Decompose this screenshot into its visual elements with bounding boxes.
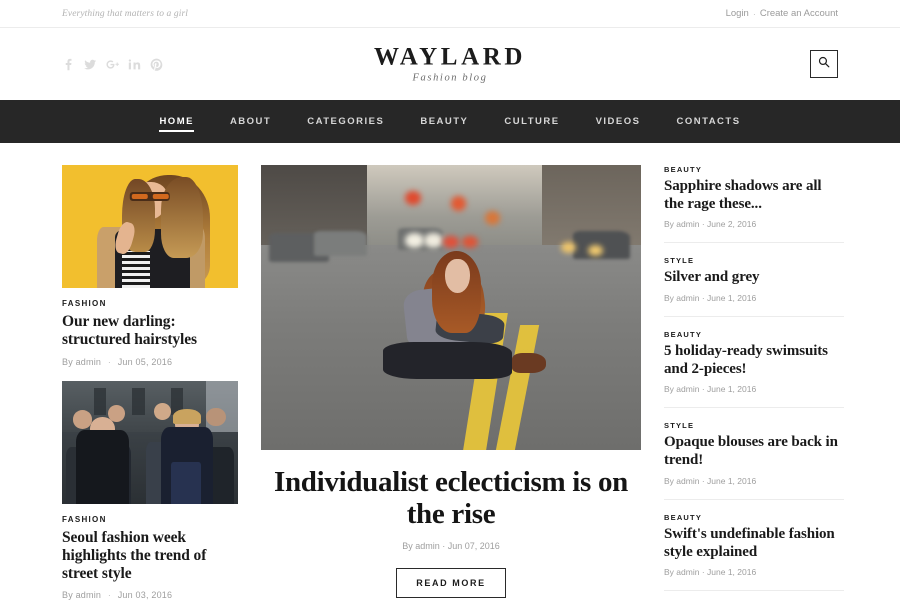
featured-title[interactable]: Individualist eclecticism is on the rise — [261, 466, 641, 531]
sidebar-article-meta: By admin · June 1, 2016 — [664, 476, 844, 486]
sidebar-article[interactable]: STYLE Opaque blouses are back in trend! … — [664, 421, 844, 500]
nav-item-about[interactable]: ABOUT — [212, 100, 289, 143]
nav-item-contacts[interactable]: CONTACTS — [658, 100, 758, 143]
sidebar-article-meta: By admin · June 1, 2016 — [664, 293, 844, 303]
brand-subtitle: Fashion blog — [412, 72, 488, 84]
read-more-button[interactable]: READ MORE — [396, 567, 506, 598]
main-navigation: HOME ABOUT CATEGORIES BEAUTY CULTURE VID… — [0, 100, 900, 143]
meta-separator: · — [107, 590, 112, 600]
sidebar-article-author: By admin — [664, 384, 700, 395]
article-thumbnail-street-style[interactable] — [62, 380, 238, 504]
article-meta: By admin · Jun 03, 2016 — [62, 590, 238, 600]
featured-meta: By admin · Jun 07, 2016 — [261, 541, 641, 551]
sidebar-article-title[interactable]: Opaque blouses are back in trend! — [664, 434, 844, 469]
article-thumbnail-hairstyles[interactable] — [62, 165, 238, 288]
sidebar-article-title[interactable]: Silver and grey — [664, 269, 844, 287]
article-author: By admin — [62, 356, 102, 367]
site-header: WAYLARD Fashion blog — [0, 28, 900, 100]
sidebar-article-category[interactable]: STYLE — [664, 421, 844, 430]
sidebar-article-date: June 1, 2016 — [707, 384, 757, 395]
sidebar-article-category[interactable]: BEAUTY — [664, 513, 844, 522]
sidebar-article[interactable]: BEAUTY Sapphire shadows are all the rage… — [664, 165, 844, 244]
search-icon — [818, 55, 830, 73]
meta-separator: · — [107, 356, 112, 367]
sidebar-article-date: June 1, 2016 — [707, 567, 757, 578]
article-author: By admin — [62, 590, 102, 600]
featured-article: Individualist eclecticism is on the rise… — [261, 165, 641, 598]
create-account-link[interactable]: Create an Account — [760, 8, 838, 19]
sidebar-article-meta: By admin · June 1, 2016 — [664, 567, 844, 577]
sidebar-article-date: June 1, 2016 — [707, 293, 757, 304]
search-button[interactable] — [810, 50, 838, 78]
meta-separator: · — [701, 567, 705, 578]
nav-item-categories[interactable]: CATEGORIES — [289, 100, 402, 143]
sidebar-article-category[interactable]: BEAUTY — [664, 165, 844, 174]
twitter-icon[interactable] — [84, 58, 97, 71]
sidebar-article-author: By admin — [664, 219, 700, 230]
featured-author: By admin — [402, 540, 440, 551]
nav-item-culture[interactable]: CULTURE — [486, 100, 577, 143]
google-plus-icon[interactable] — [106, 58, 119, 71]
meta-separator: · — [701, 293, 705, 304]
nav-item-home[interactable]: HOME — [141, 100, 212, 143]
account-links: Login · Create an Account — [726, 8, 838, 19]
left-article-column: FASHION Our new darling: structured hair… — [62, 165, 238, 600]
meta-separator: · — [701, 475, 705, 486]
article-meta: By admin · Jun 05, 2016 — [62, 357, 238, 367]
sidebar-article-author: By admin — [664, 293, 700, 304]
top-bar: Everything that matters to a girl Login … — [0, 0, 900, 28]
pinterest-icon[interactable] — [150, 58, 163, 71]
sidebar-article-author: By admin — [664, 475, 700, 486]
sidebar-article[interactable]: STYLE Silver and grey By admin · June 1,… — [664, 256, 844, 318]
featured-image[interactable] — [261, 165, 641, 450]
sidebar-article[interactable]: BEAUTY Swift's undefinable fashion style… — [664, 513, 844, 592]
sidebar-article-title[interactable]: 5 holiday-ready swimsuits and 2-pieces! — [664, 343, 844, 378]
featured-date: Jun 07, 2016 — [447, 540, 500, 551]
sidebar-article-author: By admin — [664, 567, 700, 578]
social-links — [62, 58, 163, 71]
sidebar-article-meta: By admin · June 2, 2016 — [664, 219, 844, 229]
site-tagline: Everything that matters to a girl — [62, 8, 188, 19]
nav-item-beauty[interactable]: BEAUTY — [402, 100, 486, 143]
sidebar-article-title[interactable]: Swift's undefinable fashion style explai… — [664, 526, 844, 561]
sidebar-article[interactable]: BEAUTY 5 holiday-ready swimsuits and 2-p… — [664, 330, 844, 409]
sidebar-article-category[interactable]: BEAUTY — [664, 330, 844, 339]
sidebar-article-date: June 2, 2016 — [707, 219, 757, 230]
article-category[interactable]: FASHION — [62, 299, 238, 308]
meta-separator: · — [442, 540, 446, 551]
link-separator: · — [752, 8, 756, 19]
article-date: Jun 05, 2016 — [117, 356, 173, 367]
article-title[interactable]: Our new darling: structured hairstyles — [62, 313, 238, 350]
facebook-icon[interactable] — [62, 58, 75, 71]
article-card[interactable]: FASHION Our new darling: structured hair… — [62, 165, 238, 367]
linkedin-icon[interactable] — [128, 58, 141, 71]
article-card[interactable]: FASHION Seoul fashion week highlights th… — [62, 380, 238, 600]
sidebar-article-category[interactable]: STYLE — [664, 256, 844, 265]
main-content: FASHION Our new darling: structured hair… — [0, 143, 900, 600]
sidebar: BEAUTY Sapphire shadows are all the rage… — [664, 165, 844, 600]
login-link[interactable]: Login — [726, 8, 749, 19]
article-category[interactable]: FASHION — [62, 515, 238, 524]
meta-separator: · — [701, 384, 705, 395]
nav-item-videos[interactable]: VIDEOS — [578, 100, 659, 143]
sidebar-article-meta: By admin · June 1, 2016 — [664, 384, 844, 394]
sidebar-article-title[interactable]: Sapphire shadows are all the rage these.… — [664, 178, 844, 213]
article-date: Jun 03, 2016 — [117, 590, 173, 600]
read-more-wrapper: READ MORE — [261, 567, 641, 598]
meta-separator: · — [701, 219, 705, 230]
article-title[interactable]: Seoul fashion week highlights the trend … — [62, 529, 238, 584]
sidebar-article-date: June 1, 2016 — [707, 475, 757, 486]
